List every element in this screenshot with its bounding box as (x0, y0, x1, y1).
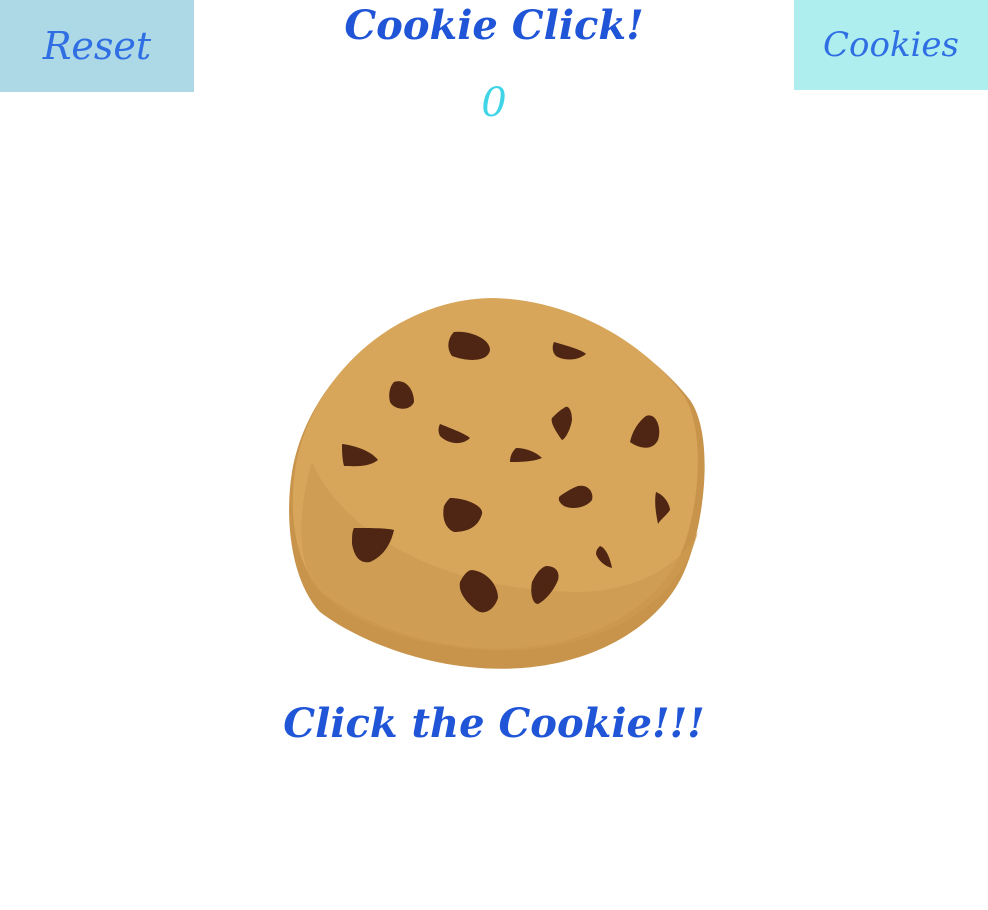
cookie-counter: 0 (481, 80, 507, 126)
cookies-button[interactable]: Cookies (794, 0, 988, 90)
reset-button[interactable]: Reset (0, 0, 194, 92)
click-instruction: Click the Cookie!!! (283, 700, 705, 747)
page-title: Cookie Click! (344, 2, 644, 49)
cookie-image[interactable] (282, 292, 710, 676)
